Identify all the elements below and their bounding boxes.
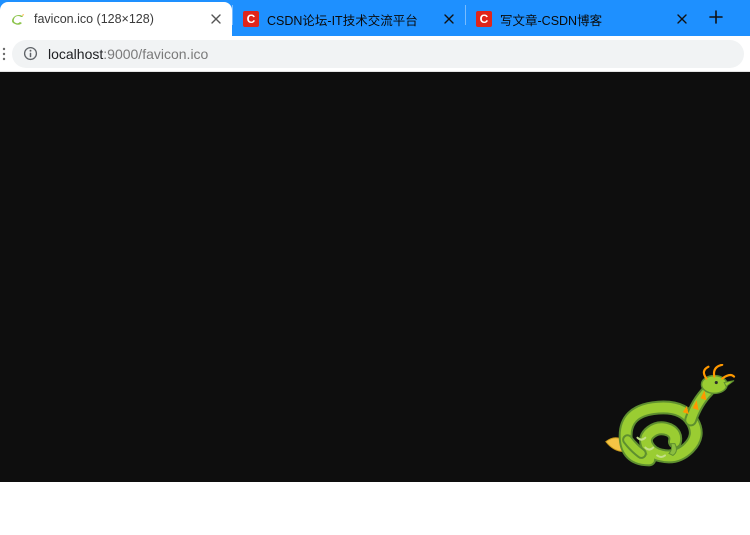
omnibox[interactable]: localhost:9000/favicon.ico: [12, 40, 744, 68]
dragon-favicon-icon: [10, 11, 26, 27]
url-text: localhost:9000/favicon.ico: [48, 46, 734, 62]
page-viewport: [0, 72, 750, 482]
browser-tab-active[interactable]: favicon.ico (128×128): [0, 2, 232, 36]
tab-title: 写文章-CSDN博客: [500, 10, 668, 29]
close-icon[interactable]: [674, 11, 690, 27]
browser-tab[interactable]: C 写文章-CSDN博客: [466, 2, 698, 36]
tab-title: favicon.ico (128×128): [34, 12, 202, 26]
browser-tab[interactable]: C CSDN论坛-IT技术交流平台: [233, 2, 465, 36]
browser-tabstrip: favicon.ico (128×128) C CSDN论坛-IT技术交流平台 …: [0, 0, 750, 36]
new-tab-button[interactable]: [702, 3, 730, 31]
close-icon[interactable]: [441, 11, 457, 27]
csdn-favicon-icon: C: [243, 11, 259, 27]
toolbar-overflow-icon[interactable]: [0, 36, 8, 72]
tab-title: CSDN论坛-IT技术交流平台: [267, 10, 435, 29]
site-info-icon[interactable]: [22, 46, 38, 62]
browser-address-bar: localhost:9000/favicon.ico: [0, 36, 750, 72]
favicon-image: [598, 364, 736, 474]
close-icon[interactable]: [208, 11, 224, 27]
csdn-favicon-icon: C: [476, 11, 492, 27]
